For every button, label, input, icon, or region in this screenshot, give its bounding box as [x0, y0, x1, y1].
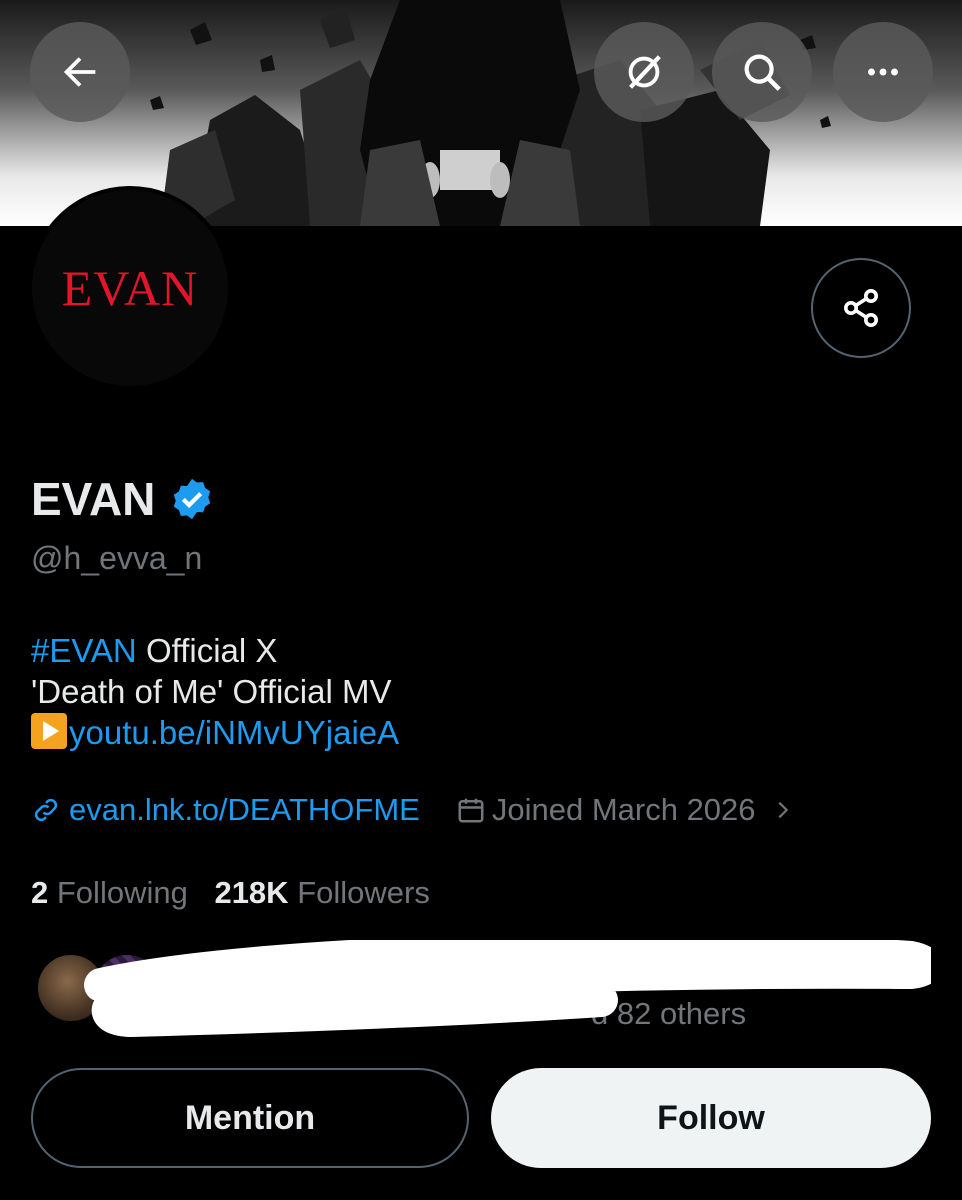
bio-hashtag-link[interactable]: #EVAN	[31, 632, 137, 669]
following-link[interactable]: 2 Following	[31, 875, 188, 910]
more-button[interactable]	[833, 22, 933, 122]
bio-line-1: #EVAN Official X	[31, 630, 399, 671]
bio-line-2: 'Death of Me' Official MV	[31, 673, 392, 710]
profile-stats: 2 Following 218K Followers	[31, 875, 430, 911]
share-icon	[844, 289, 878, 327]
avatar-logo-text: EVAN	[61, 260, 199, 316]
followed-by-row[interactable]: ENHYPEN d 82 others	[31, 940, 931, 1048]
search-button[interactable]	[712, 22, 812, 122]
followers-count: 218K	[214, 875, 289, 910]
followers-link[interactable]: 218K Followers	[214, 875, 429, 910]
avatar-image: EVAN	[32, 190, 228, 386]
website-link[interactable]: evan.lnk.to/DEATHOFME	[69, 792, 420, 828]
verified-badge-icon[interactable]	[169, 476, 215, 522]
mention-button[interactable]: Mention	[31, 1068, 469, 1168]
joined-date[interactable]: Joined March 2026	[492, 792, 756, 828]
profile-meta: evan.lnk.to/DEATHOFME Joined March 2026	[31, 792, 794, 828]
followers-label: Followers	[297, 875, 430, 910]
back-button[interactable]	[30, 22, 130, 122]
play-button-icon	[31, 713, 67, 749]
profile-avatar[interactable]: EVAN	[28, 186, 232, 390]
redaction-scribble	[84, 940, 931, 1038]
link-icon	[34, 798, 58, 822]
calendar-icon	[458, 798, 484, 823]
profile-handle: @h_evva_n	[31, 540, 203, 576]
display-name: EVAN	[31, 473, 156, 525]
bio-line-1-text: Official X	[136, 632, 278, 669]
share-button[interactable]	[811, 258, 911, 358]
profile-bio: #EVAN Official X 'Death of Me' Official …	[31, 630, 399, 753]
follow-button[interactable]: Follow	[491, 1068, 931, 1168]
profile-name-row: EVAN	[31, 472, 215, 526]
bio-line-3: youtu.be/iNMvUYjaieA	[31, 712, 399, 753]
search-icon	[744, 54, 781, 91]
bio-youtube-link[interactable]: youtu.be/iNMvUYjaieA	[69, 714, 399, 751]
chevron-right-icon[interactable]	[772, 799, 794, 821]
grok-button[interactable]	[594, 22, 694, 122]
following-count: 2	[31, 875, 49, 910]
arrow-left-icon	[63, 57, 96, 87]
grok-icon	[628, 55, 661, 89]
following-label: Following	[56, 875, 188, 910]
more-horizontal-icon	[868, 68, 898, 76]
